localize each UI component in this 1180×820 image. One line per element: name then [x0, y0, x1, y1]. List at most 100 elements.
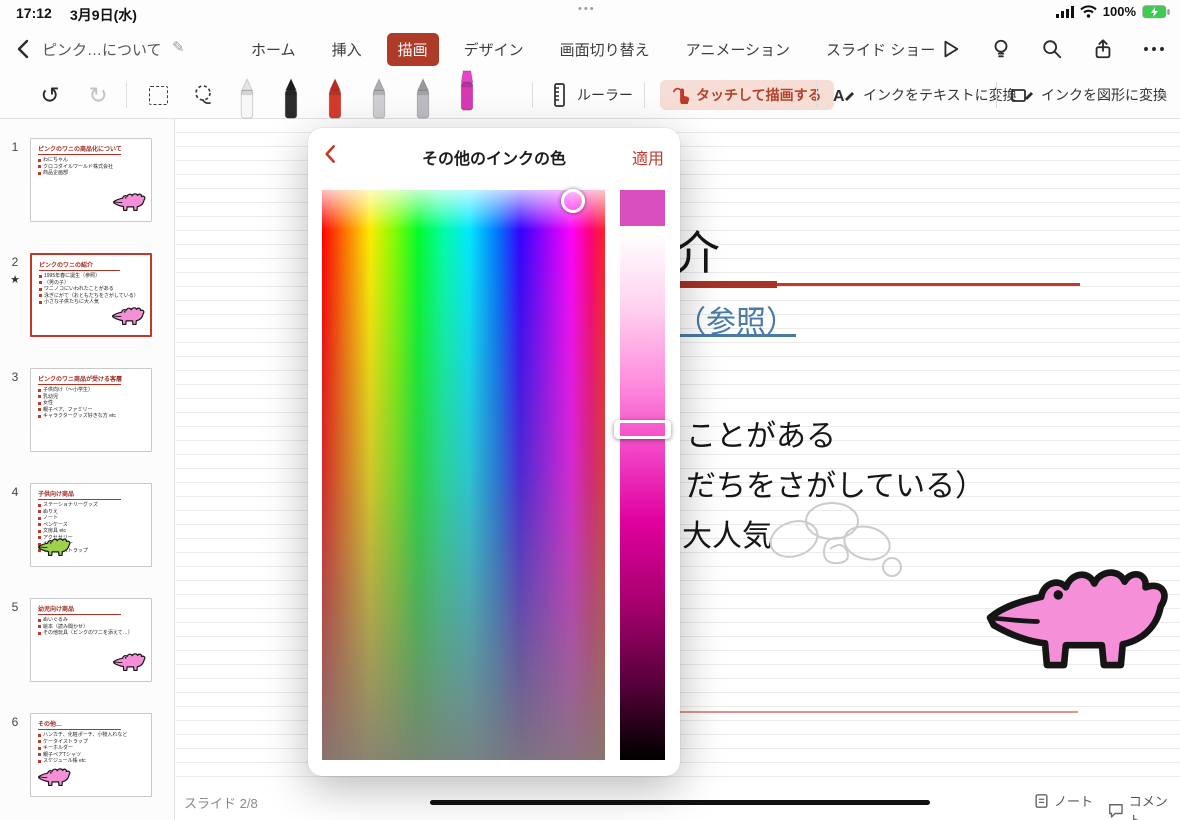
pen-white-icon[interactable] [234, 76, 260, 120]
pen-red-icon[interactable] [322, 76, 348, 120]
highlighter-pink-icon[interactable] [454, 68, 480, 112]
status-bar: 17:12 3月9日(水) ••• 100% [0, 0, 1180, 26]
crocodile-doodle-icon [112, 191, 148, 219]
slide-bottom-rule [680, 711, 1078, 713]
notes-button[interactable]: ノート [1034, 791, 1093, 810]
ribbon-tab-6[interactable]: スライド ショー [815, 33, 946, 66]
slide-thumbnail-panel: 1 ピンクのワニの商品化について わにちゃん クロコダイルワールド株式会社 商品企画部 2… [0, 119, 175, 820]
ribbon-tab-4[interactable]: 画面切り替え [549, 33, 661, 66]
back-button[interactable] [12, 37, 36, 61]
reference-link[interactable]: （参照） [676, 297, 796, 341]
thumb-title: その他… [38, 722, 63, 728]
ribbon-tab-5[interactable]: アニメーション [675, 33, 801, 66]
ink-to-text-label: インクをテキストに変換 [863, 87, 1017, 103]
ribbon-bar: ピンク…について ✎ ホーム 挿入 描画 デザイン 画面切り替え アニメーション スライド … [0, 26, 1180, 72]
popover-title: その他のインクの色 [421, 151, 566, 168]
multitask-dots[interactable]: ••• [578, 3, 596, 15]
comments-button[interactable]: コメント [1108, 791, 1180, 820]
ribbon-tab-2[interactable]: 描画 [386, 32, 439, 66]
battery-icon [1142, 4, 1170, 18]
comment-icon [1109, 804, 1123, 818]
present-play-button[interactable] [938, 37, 962, 61]
slide-thumbnail-1[interactable]: ピンクのワニの商品化について わにちゃん クロコダイルワールド株式会社 商品企画部 [30, 138, 152, 222]
thumb-title: ピンクのワニの紹介 [39, 263, 94, 269]
redo-button[interactable]: ↻ [82, 72, 114, 118]
ink-to-shape-label: インクを図形に変換 [1041, 87, 1167, 103]
thumb-title: 子供向け商品 [38, 492, 75, 498]
slide-thumbnail-2[interactable]: ピンクのワニの紹介 1995年春に誕生（参照） （男の子） ワニノコにいわれたことがあ… [30, 253, 152, 337]
slide-number: 3 [11, 370, 19, 384]
notes-icon [1035, 793, 1048, 808]
slide-thumbnail-6[interactable]: その他… ハンカチ、化粧ポーチ、小物入れなど ケータイストラップ キーホルダー 親子ペア… [30, 713, 152, 797]
slide-thumbnail-5[interactable]: 幼児向け商品 ぬいぐるみ 絵本（読み聞かせ） その他玩具（ピンクのワニを添えて…） [30, 598, 152, 682]
thumb-line: キャラクターグッズ好きな方 etc [38, 413, 144, 420]
ideas-lightbulb-button[interactable] [989, 37, 1013, 61]
svg-text:A: A [833, 88, 845, 105]
thumb-title: ピンクのワニの商品化について [38, 147, 122, 153]
slide-title-fragment: 介 [674, 227, 720, 279]
divider [996, 82, 997, 108]
clock: 17:12 [16, 5, 52, 21]
thumb-line: スケジュール帳 etc [38, 758, 144, 765]
spectrum-cursor[interactable] [561, 189, 585, 213]
ink-to-text-button[interactable]: A インクをテキストに変換 [832, 72, 1017, 118]
ink-to-shape-button[interactable]: インクを図形に変換 [1010, 72, 1167, 118]
notes-label: ノート [1054, 794, 1094, 809]
slide-counter: スライド 2/8 [184, 796, 258, 811]
ink-color-picker-popover: その他のインクの色 適用 [308, 128, 680, 776]
color-spectrum-picker[interactable] [322, 190, 605, 760]
slide-number: 6 [11, 715, 19, 729]
crocodile-doodle-icon [111, 305, 147, 333]
brightness-slider-handle[interactable] [614, 420, 671, 439]
ribbon-tab-1[interactable]: 挿入 [321, 33, 373, 66]
drawing-toolbar: ↺ ↻ ルーラー タッチして描画する A インクをテキストに変換 インクを図形に… [0, 70, 1180, 120]
autosave-badge-icon: ✎ [172, 39, 185, 56]
brightness-slider[interactable] [620, 233, 665, 760]
body-text-fragment: ことがある [686, 420, 836, 453]
thumb-title: 幼児向け商品 [38, 607, 75, 613]
ribbon-tab-0[interactable]: ホーム [240, 33, 307, 66]
title-underline-thick [678, 281, 777, 288]
pen-tray [234, 70, 480, 120]
thumb-line: 商品企画部 [38, 170, 144, 177]
share-button[interactable] [1091, 37, 1115, 61]
current-color-swatch [620, 190, 665, 226]
ruler-toggle[interactable]: ルーラー [548, 72, 633, 118]
thumb-title: ピンクのワニ商品が受ける客層 [38, 377, 123, 383]
undo-button[interactable]: ↺ [34, 72, 66, 118]
search-button[interactable] [1040, 37, 1064, 61]
title-underline-thin [777, 283, 1080, 286]
ruler-label: ルーラー [577, 87, 633, 103]
thumb-line: その他玩具（ピンクのワニを添えて…） [38, 630, 144, 637]
date: 3月9日(水) [70, 7, 137, 23]
divider [126, 82, 127, 108]
touch-draw-icon [672, 87, 690, 104]
slide-thumbnail-3[interactable]: ピンクのワニ商品が受ける客層 子供向け（〜小学生） 乳幼児 女性 親子ペア、ファミリーキ… [30, 368, 152, 452]
comments-label: コメント [1128, 794, 1168, 820]
ruler-icon [554, 83, 565, 107]
battery-percent: 100% [1102, 4, 1136, 19]
select-objects-tool[interactable] [140, 72, 176, 118]
lasso-select-tool[interactable] [186, 72, 222, 118]
ribbon-tabs: ホーム 挿入 描画 デザイン 画面切り替え アニメーション スライド ショー [240, 26, 946, 72]
crocodile-doodle-icon [37, 536, 73, 564]
pen-black-icon[interactable] [278, 76, 304, 120]
horizontal-scrollbar[interactable] [430, 800, 930, 805]
ink-to-shape-icon [1011, 89, 1033, 102]
flower-sketch-doodle [752, 491, 917, 601]
cellular-icon [1055, 5, 1074, 18]
draw-with-touch-toggle[interactable]: タッチして描画する [660, 80, 834, 110]
slide-number: 5 [11, 600, 19, 614]
star-icon: ★ [10, 274, 20, 286]
document-title[interactable]: ピンク…について [42, 39, 162, 60]
crocodile-doodle-icon [112, 651, 148, 679]
wifi-icon [1080, 5, 1097, 18]
more-options-button[interactable] [1142, 37, 1166, 61]
apply-button[interactable]: 適用 [632, 145, 664, 169]
ribbon-tab-3[interactable]: デザイン [453, 33, 535, 66]
slide-number: 2 ★ [0, 253, 30, 337]
slide-thumbnail-4[interactable]: 子供向け商品 ステーショナリーグッズ ぬりえ ノート ペンケース 文房具 etc アクセサリ… [30, 483, 152, 567]
pencil-gray-icon[interactable] [366, 76, 392, 120]
pen-gray-icon[interactable] [410, 76, 436, 120]
divider [816, 82, 817, 108]
